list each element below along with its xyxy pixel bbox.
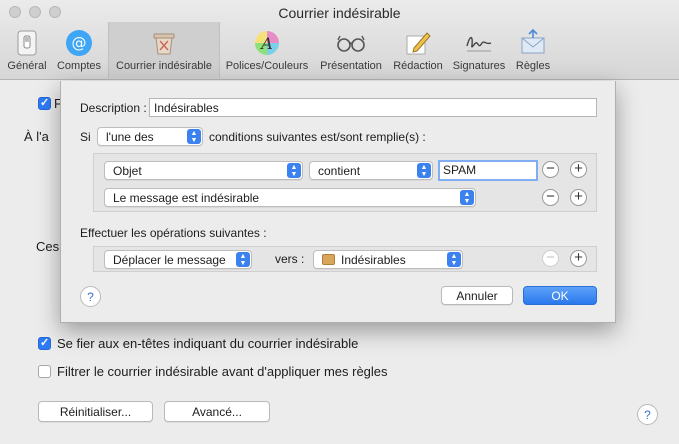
tab-label: Comptes [56, 60, 102, 72]
condition-value-field[interactable]: SPAM [438, 160, 538, 181]
tab-viewing[interactable]: Présentation [314, 22, 388, 78]
add-condition-button[interactable]: + [570, 189, 587, 206]
window-title: Courrier indésirable [278, 5, 401, 21]
filter-before-rules-checkbox[interactable] [38, 365, 51, 378]
actions-label: Effectuer les opérations suivantes : [80, 226, 267, 240]
match-type-value: l'une des [106, 130, 154, 144]
popup-arrows-icon: ▲ ▼ [447, 252, 461, 267]
tab-signatures[interactable]: Signatures [448, 22, 510, 78]
condition-field-popup[interactable]: Objet ▲ ▼ [104, 161, 303, 180]
sheet-help-button[interactable]: ? [80, 286, 101, 307]
tab-label: Polices/Couleurs [225, 60, 309, 72]
conditions-group: Objet ▲ ▼ contient ▲ ▼ SPAM − + Le message… [93, 153, 597, 212]
tab-junk-mail[interactable]: Courrier indésirable [108, 22, 220, 78]
tab-label: Règles [515, 60, 551, 72]
description-field[interactable]: Indésirables [149, 98, 597, 117]
tab-label: Rédaction [393, 60, 443, 72]
action-destination-value: Indésirables [341, 253, 406, 267]
ok-button[interactable]: OK [523, 286, 597, 305]
preferences-toolbar: Général @ Comptes Courrier indésirable A… [4, 22, 556, 78]
tab-label: Courrier indésirable [116, 60, 212, 72]
actions-group: Déplacer le message ▲ ▼ vers : Indésirabl… [93, 246, 597, 272]
tab-accounts[interactable]: @ Comptes [50, 22, 108, 78]
tab-label: Général [7, 60, 47, 72]
tab-label: Présentation [320, 60, 382, 72]
switch-icon [12, 28, 42, 58]
popup-arrows-icon: ▲ ▼ [236, 252, 250, 267]
action-destination-popup[interactable]: Indésirables ▲ ▼ [313, 250, 463, 269]
preferences-window: Courrier indésirable Général @ Comptes C… [0, 0, 679, 444]
vers-label: vers : [275, 252, 305, 266]
rules-icon [518, 28, 548, 58]
tab-label: Signatures [452, 60, 506, 72]
trust-headers-checkbox[interactable] [38, 336, 51, 350]
fonts-colors-icon: A [252, 28, 282, 58]
svg-text:A: A [259, 34, 273, 53]
at-icon: @ [64, 28, 94, 58]
title-bar: Courrier indésirable Général @ Comptes C… [0, 0, 679, 80]
help-button[interactable]: ? [637, 404, 658, 425]
remove-action-button: − [542, 250, 559, 267]
popup-arrows-icon: ▲ ▼ [287, 163, 301, 178]
tab-rules[interactable]: Règles [510, 22, 556, 78]
popup-arrows-icon: ▲ ▼ [187, 129, 201, 144]
tab-composing[interactable]: Rédaction [388, 22, 448, 78]
svg-text:@: @ [72, 34, 87, 52]
condition-operator-popup[interactable]: contient ▲ ▼ [309, 161, 433, 180]
condition-junk-popup[interactable]: Le message est indésirable ▲ ▼ [104, 188, 476, 207]
action-operation-value: Déplacer le message [113, 253, 226, 267]
add-condition-button[interactable]: + [570, 161, 587, 178]
enable-junk-filter-checkbox[interactable] [38, 96, 51, 110]
partial-label-when: À l'a [24, 129, 49, 144]
add-action-button[interactable]: + [570, 250, 587, 267]
conditions-label: conditions suivantes est/sont remplie(s)… [209, 130, 426, 144]
folder-icon [322, 254, 335, 265]
signature-icon [464, 28, 494, 58]
filter-before-rules-label: Filtrer le courrier indésirable avant d'… [57, 364, 388, 379]
cancel-button[interactable]: Annuler [441, 286, 513, 305]
glasses-icon [336, 28, 366, 58]
pencil-icon [403, 28, 433, 58]
condition-operator-value: contient [318, 164, 361, 178]
condition-field-value: Objet [113, 164, 142, 178]
tab-general[interactable]: Général [4, 22, 50, 78]
condition-junk-value: Le message est indésirable [113, 191, 260, 205]
if-label: Si [80, 130, 91, 144]
match-type-popup[interactable]: l'une des ▲ ▼ [97, 127, 203, 146]
remove-condition-button[interactable]: − [542, 161, 559, 178]
popup-arrows-icon: ▲ ▼ [460, 190, 474, 205]
partial-label-exceptions: Ces [36, 239, 60, 254]
action-operation-popup[interactable]: Déplacer le message ▲ ▼ [104, 250, 252, 269]
remove-condition-button[interactable]: − [542, 189, 559, 206]
reset-button[interactable]: Réinitialiser... [38, 401, 153, 422]
advanced-button[interactable]: Avancé... [164, 401, 270, 422]
trust-headers-label: Se fier aux en-têtes indiquant du courri… [57, 336, 359, 351]
rule-editor-sheet: Description : Indésirables Si l'une des … [60, 81, 616, 323]
tab-fonts-colors[interactable]: A Polices/Couleurs [220, 22, 314, 78]
popup-arrows-icon: ▲ ▼ [417, 163, 431, 178]
description-label: Description : [80, 101, 147, 115]
junk-bin-icon [149, 28, 179, 58]
